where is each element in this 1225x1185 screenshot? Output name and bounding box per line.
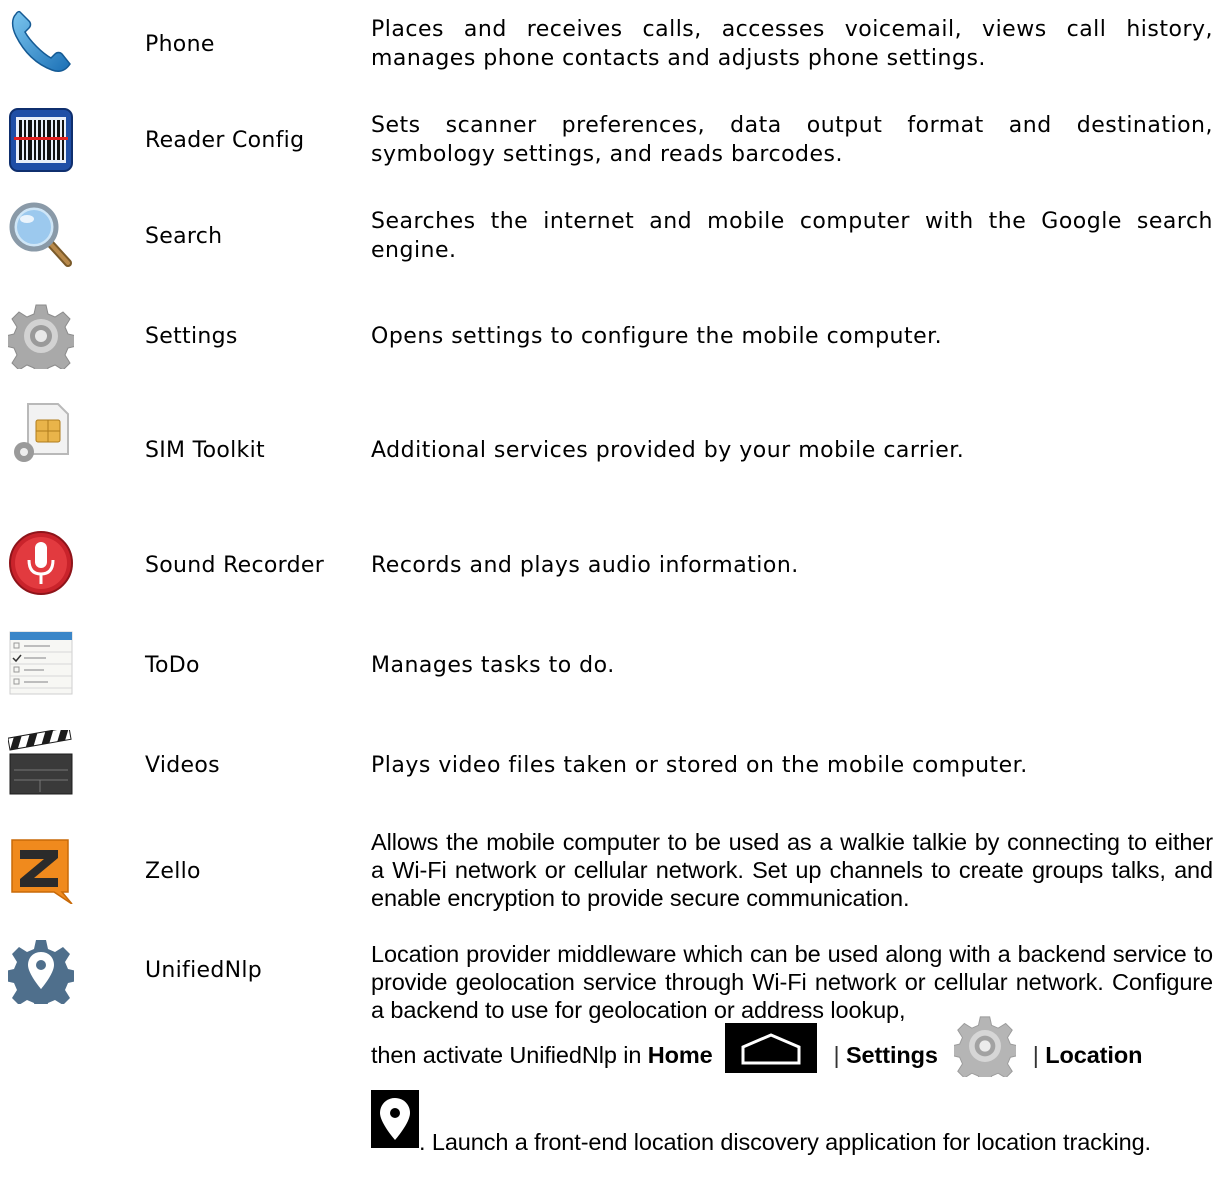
barcode-scanner-icon: [8, 107, 74, 173]
magnifier-icon: [8, 201, 74, 267]
app-description: Allows the mobile computer to be used as…: [371, 829, 1213, 911]
app-description: Plays video files taken or stored on the…: [371, 753, 1028, 778]
app-description: Location provider middleware which can b…: [371, 940, 1213, 1024]
location-pin-icon: [371, 1090, 419, 1148]
home-icon: [725, 1022, 818, 1073]
app-name: Zello: [145, 859, 201, 884]
microphone-icon: [8, 530, 74, 596]
app-name: Videos: [145, 753, 220, 778]
sim-card-icon: [8, 400, 74, 466]
app-description: Additional services provided by your mob…: [371, 438, 965, 463]
app-description-continued: . Launch a front-end location discovery …: [371, 1090, 1213, 1155]
app-name: SIM Toolkit: [145, 438, 265, 463]
clapperboard-icon: [7, 726, 74, 796]
app-description-continued: then activate UnifiedNlp in Home | Setti…: [371, 1016, 1213, 1088]
app-name: Search: [145, 224, 223, 249]
zello-logo-icon: [8, 838, 74, 905]
description-text: . Launch a front-end location discovery …: [419, 1129, 1151, 1155]
app-name: Reader Config: [145, 128, 305, 153]
app-name: Sound Recorder: [145, 553, 325, 578]
settings-label: Settings: [845, 1042, 938, 1068]
gear-icon: [4, 303, 78, 378]
app-description: Manages tasks to do.: [371, 653, 615, 678]
separator: |: [833, 1042, 840, 1068]
location-gear-icon: [5, 938, 77, 1012]
app-description: Opens settings to configure the mobile c…: [371, 324, 943, 349]
phone-icon: [8, 8, 74, 74]
app-description: Records and plays audio information.: [371, 553, 799, 578]
app-name: Settings: [145, 324, 238, 349]
app-description: Searches the internet and mobile compute…: [371, 209, 1213, 263]
gear-icon: [954, 1016, 1017, 1077]
description-text: Location provider middleware which can b…: [371, 941, 1213, 1023]
app-description: Sets scanner preferences, data output fo…: [371, 113, 1213, 167]
app-name: ToDo: [145, 653, 200, 678]
description-text: then activate UnifiedNlp in: [371, 1042, 642, 1068]
home-label: Home: [647, 1042, 713, 1068]
app-description: Places and receives calls, accesses voic…: [371, 17, 1213, 71]
location-label: Location: [1045, 1042, 1143, 1068]
app-name: Phone: [145, 32, 215, 57]
separator: |: [1032, 1042, 1039, 1068]
app-name: UnifiedNlp: [145, 958, 263, 983]
todo-list-icon: [8, 630, 74, 696]
